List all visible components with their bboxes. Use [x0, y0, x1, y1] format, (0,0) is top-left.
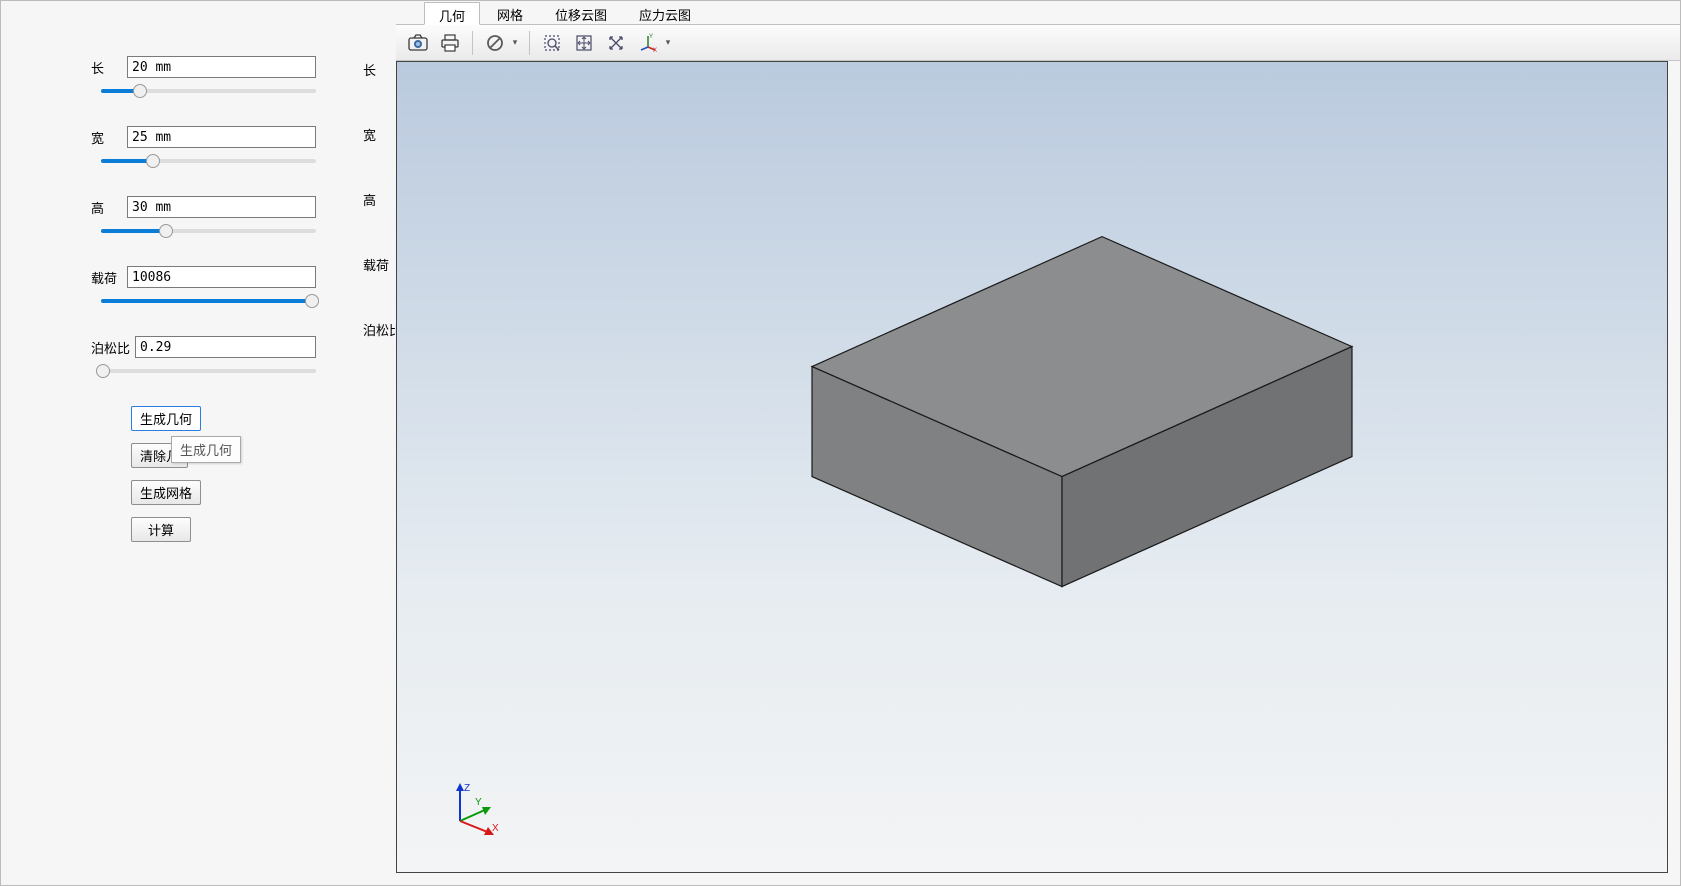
tab-bar: 几何 网格 位移云图 应力云图 — [396, 1, 1680, 25]
generate-mesh-button[interactable]: 生成网格 — [131, 480, 201, 505]
svg-text:Z: Z — [464, 783, 470, 794]
viewport-3d[interactable]: Z Y X — [396, 61, 1668, 873]
left-panel: 长 宽 高 载荷 泊松比 — [1, 1, 396, 885]
tab-stress[interactable]: 应力云图 — [624, 1, 706, 24]
svg-text:Y: Y — [649, 34, 653, 40]
center-panel: 几何 网格 位移云图 应力云图 ▾ — [396, 1, 1680, 885]
svg-text:X: X — [653, 48, 657, 53]
poisson-label: 泊松比 — [91, 338, 135, 357]
axes-dropdown-icon[interactable]: ▾ — [662, 37, 674, 48]
load-slider[interactable] — [101, 294, 316, 308]
camera-icon[interactable] — [404, 29, 432, 57]
axes-orient-icon[interactable]: YX — [634, 29, 662, 57]
print-icon[interactable] — [436, 29, 464, 57]
tab-displacement[interactable]: 位移云图 — [540, 1, 622, 24]
svg-text:X: X — [492, 823, 499, 834]
geometry-block — [682, 197, 1382, 717]
width-slider[interactable] — [101, 154, 316, 168]
length-slider[interactable] — [101, 84, 316, 98]
svg-text:Y: Y — [475, 797, 482, 808]
zoom-box-icon[interactable] — [538, 29, 566, 57]
height-slider[interactable] — [101, 224, 316, 238]
fit-view-icon[interactable] — [570, 29, 598, 57]
axis-triad-icon: Z Y X — [445, 781, 505, 836]
length-input[interactable] — [127, 56, 316, 78]
height-input[interactable] — [127, 196, 316, 218]
load-label: 载荷 — [91, 268, 127, 287]
poisson-input[interactable] — [135, 336, 316, 358]
poisson-slider[interactable] — [101, 364, 316, 378]
height-label: 高 — [91, 198, 127, 217]
forbid-icon[interactable] — [481, 29, 509, 57]
width-label: 宽 — [91, 128, 127, 147]
tab-mesh[interactable]: 网格 — [482, 1, 538, 24]
generate-geometry-button[interactable]: 生成几何 — [131, 406, 201, 431]
compute-button[interactable]: 计算 — [131, 517, 191, 542]
width-input[interactable] — [127, 126, 316, 148]
length-label: 长 — [91, 58, 127, 77]
tab-geometry[interactable]: 几何 — [424, 2, 480, 25]
cross-zoom-icon[interactable] — [602, 29, 630, 57]
forbid-dropdown-icon[interactable]: ▾ — [509, 37, 521, 48]
load-input[interactable] — [127, 266, 316, 288]
tooltip: 生成几何 — [171, 436, 241, 463]
toolbar: ▾ YX ▾ — [396, 25, 1680, 61]
